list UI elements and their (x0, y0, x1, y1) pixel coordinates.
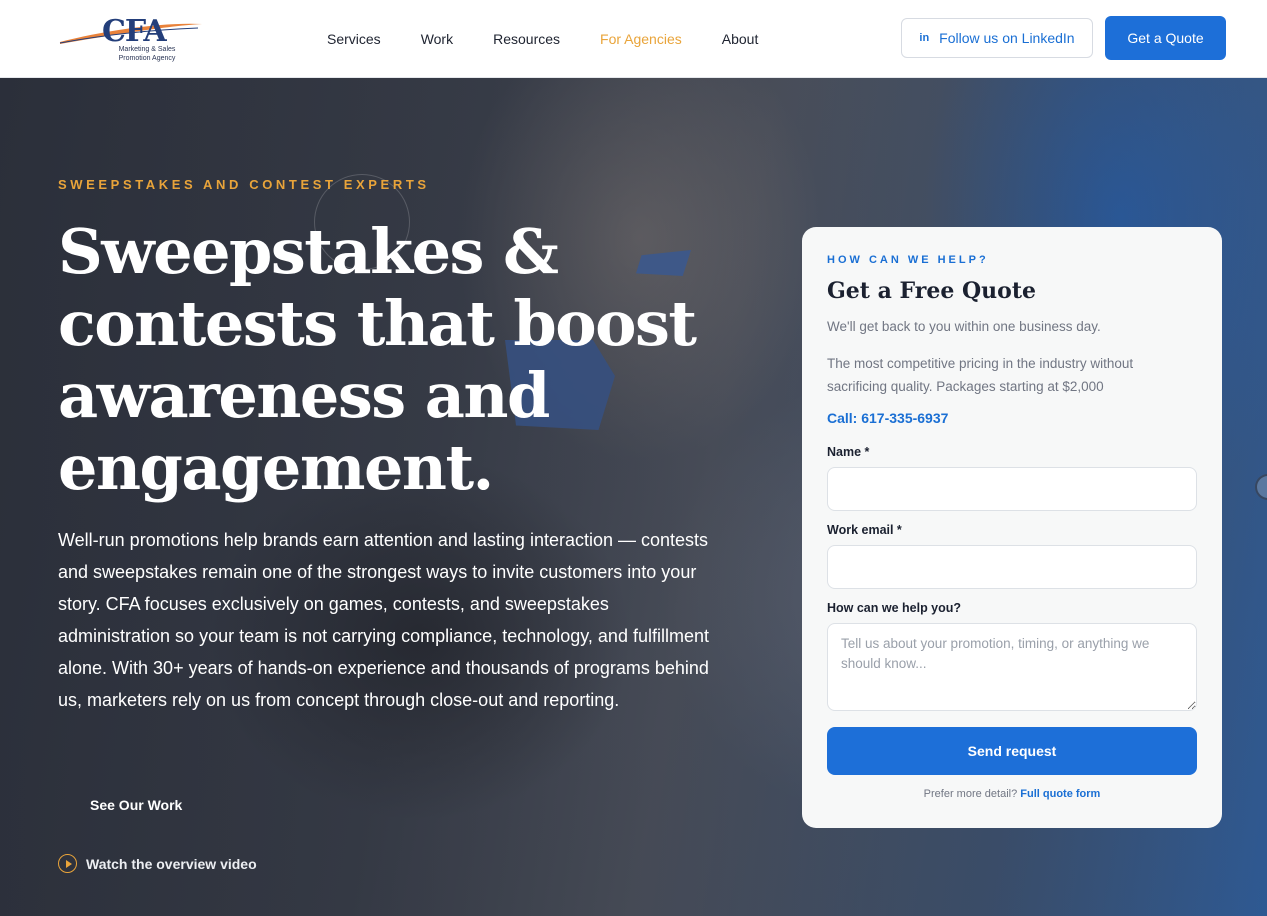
name-field-label: Name * (827, 445, 870, 459)
help-message-textarea[interactable] (827, 623, 1197, 711)
get-quote-button[interactable]: Get a Quote (1105, 16, 1226, 60)
full-quote-form-link[interactable]: Full quote form (1020, 788, 1100, 800)
name-input[interactable] (827, 467, 1197, 511)
send-request-button[interactable]: Send request (827, 727, 1197, 775)
form-pricing-note: The most competitive pricing in the indu… (827, 356, 1134, 394)
hero-eyebrow: SWEEPSTAKES AND CONTEST EXPERTS (58, 177, 430, 192)
hero-description: Well-run promotions help brands earn att… (58, 530, 709, 710)
footer-prefix: Prefer more detail? (923, 788, 1018, 800)
nav-work[interactable]: Work (421, 30, 453, 48)
call-phone-link[interactable]: Call: 617-335-6937 (827, 410, 948, 426)
form-title: Get a Free Quote (827, 278, 1036, 304)
linkedin-follow-button[interactable]: in Follow us on LinkedIn (901, 18, 1093, 58)
cfa-logo[interactable]: CFA Marketing & Sales Promotion Agency (58, 12, 208, 68)
quote-form-card: HOW CAN WE HELP? Get a Free Quote We'll … (802, 227, 1222, 828)
nav-services[interactable]: Services (327, 30, 381, 48)
see-our-work-link[interactable]: See Our Work (90, 797, 182, 813)
form-footer: Prefer more detail? Full quote form (802, 788, 1222, 800)
linkedin-icon: in (919, 32, 930, 44)
form-response-note: We'll get back to you within one busines… (827, 319, 1101, 334)
logo-wordmark: CFA (102, 14, 167, 49)
hero-section: SWEEPSTAKES AND CONTEST EXPERTS Sweepsta… (0, 78, 1267, 916)
hero-headline: Sweepstakes & contests that boost awaren… (58, 215, 697, 504)
watch-video-link[interactable]: Watch the overview video (58, 854, 257, 873)
nav-about[interactable]: About (722, 30, 759, 48)
main-nav: Services Work Resources For Agencies Abo… (327, 30, 798, 48)
site-header: CFA Marketing & Sales Promotion Agency S… (0, 0, 1267, 78)
watch-video-label: Watch the overview video (86, 855, 257, 872)
form-eyebrow: HOW CAN WE HELP? (827, 254, 989, 266)
linkedin-label: Follow us on LinkedIn (939, 30, 1075, 46)
help-field-label: How can we help you? (827, 601, 962, 615)
logo-tagline: Marketing & Sales Promotion Agency (118, 46, 176, 62)
play-circle-icon (58, 854, 77, 873)
nav-resources[interactable]: Resources (493, 30, 560, 48)
email-field-label: Work email * (827, 523, 902, 537)
work-email-input[interactable] (827, 545, 1197, 589)
nav-for-agencies[interactable]: For Agencies (600, 30, 682, 48)
